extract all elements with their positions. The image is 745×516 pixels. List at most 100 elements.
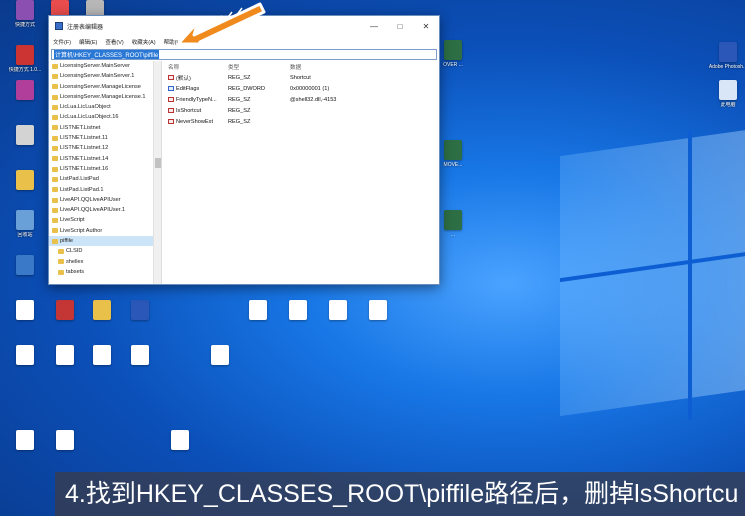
desktop-icon-label: 此电脑 <box>720 102 736 108</box>
tree-child-item[interactable]: tabsets <box>49 267 161 277</box>
app-shortcut-icon <box>56 430 74 450</box>
desktop-icon[interactable] <box>5 345 45 367</box>
tree-item[interactable]: LISTNET.Listnet.16 <box>49 164 161 174</box>
folder-icon <box>52 187 58 193</box>
tree-item[interactable]: LicLua.LicLuaObject.16 <box>49 112 161 122</box>
address-text[interactable]: 计算机\HKEY_CLASSES_ROOT\piffile <box>54 50 160 59</box>
tree-item[interactable]: LicensingServer.ManageLicense <box>49 82 161 92</box>
tree-item[interactable]: LISTNET.Listnet <box>49 123 161 133</box>
app-shortcut-icon <box>719 42 737 62</box>
tree-scrollbar[interactable] <box>153 61 161 284</box>
folder-icon <box>52 238 58 244</box>
desktop-icon[interactable] <box>5 300 45 322</box>
desktop-icon[interactable]: 快捷方式 1.0... <box>5 45 45 73</box>
tree-item-label: LiveScript Author <box>60 227 103 234</box>
tree-item[interactable]: ListPad.ListPad.1 <box>49 185 161 195</box>
desktop-icon[interactable]: 此电脑 <box>708 80 745 108</box>
desktop-icon[interactable] <box>120 300 160 322</box>
desktop-icon[interactable] <box>278 300 318 322</box>
value-type: REG_SZ <box>228 107 251 114</box>
menu-edit[interactable]: 编辑(E) <box>79 38 97 46</box>
tree-item[interactable]: LicensingServer.MainServer.1 <box>49 71 161 81</box>
app-shortcut-icon <box>444 40 462 60</box>
value-row[interactable]: IsShortcut REG_SZ <box>162 105 439 116</box>
app-shortcut-icon <box>16 210 34 230</box>
tree-item-label: LISTNET.Listnet.14 <box>60 155 109 162</box>
desktop-icon[interactable] <box>5 255 45 277</box>
menu-favorites[interactable]: 收藏夹(A) <box>132 38 156 46</box>
desktop-icon[interactable]: 回收站 <box>5 210 45 238</box>
column-name[interactable]: 名称 <box>162 63 224 71</box>
value-row[interactable]: (默认) REG_SZ Shortcut <box>162 72 439 83</box>
tree-item-label: LicensingServer.MainServer.1 <box>60 73 135 80</box>
app-shortcut-icon <box>719 80 737 100</box>
app-shortcut-icon <box>444 140 462 160</box>
tree-item[interactable]: LISTNET.Listnet.11 <box>49 133 161 143</box>
desktop-icon[interactable] <box>5 80 45 102</box>
maximize-button[interactable]: □ <box>387 16 413 36</box>
close-button[interactable]: ✕ <box>413 16 439 36</box>
desktop-icon-label: 快捷方式 <box>14 22 35 28</box>
desktop-icon[interactable] <box>5 125 45 147</box>
tree-item[interactable]: LiveAPI.QQLiveAPIUser <box>49 195 161 205</box>
windows-logo-glow <box>560 123 745 417</box>
desktop-icon[interactable] <box>45 430 85 452</box>
app-shortcut-icon <box>211 345 229 365</box>
value-row[interactable]: EditFlags REG_DWORD 0x00000001 (1) <box>162 83 439 94</box>
folder-icon <box>52 73 58 79</box>
desktop-icon[interactable] <box>200 345 240 367</box>
desktop-icon[interactable] <box>120 345 160 367</box>
desktop-icon[interactable] <box>5 430 45 452</box>
tree-item[interactable]: ListPad.ListPad <box>49 174 161 184</box>
values-pane[interactable]: 名称 类型 数据 (默认) REG_SZ Shortcut EditFlags REG_… <box>162 61 439 284</box>
value-type: REG_SZ <box>228 96 251 103</box>
app-shortcut-icon <box>16 0 34 20</box>
tree-item[interactable]: piffile <box>49 236 161 247</box>
tree-item[interactable]: LiveScript Author <box>49 226 161 236</box>
desktop-icon[interactable]: 快捷方式 <box>5 0 45 28</box>
desktop-icon[interactable] <box>45 345 85 367</box>
tree-child-item[interactable]: CLSID <box>49 246 161 256</box>
desktop-icon[interactable]: Adobe Photosh... <box>708 42 745 70</box>
folder-icon <box>52 197 58 203</box>
string-value-icon <box>168 108 174 113</box>
desktop-icon[interactable] <box>45 300 85 322</box>
tree-item[interactable]: LicLua.LicLuaObject <box>49 102 161 112</box>
desktop-icon[interactable] <box>358 300 398 322</box>
tree-item[interactable]: LiveScript <box>49 215 161 225</box>
desktop-icon[interactable] <box>82 300 122 322</box>
tree-item[interactable]: LicensingServer.ManageLicense.1 <box>49 92 161 102</box>
key-tree[interactable]: LicensingServer.MainServer LicensingServe… <box>49 61 162 284</box>
tree-item-label: LicLua.LicLuaObject.16 <box>60 114 119 121</box>
value-row[interactable]: FriendlyTypeN... REG_SZ @shell32.dll,-4153 <box>162 94 439 105</box>
tree-item[interactable]: LISTNET.Listnet.14 <box>49 154 161 164</box>
column-data[interactable]: 数据 <box>286 63 439 71</box>
tree-item[interactable]: LISTNET.Listnet.12 <box>49 143 161 153</box>
folder-icon <box>52 146 58 152</box>
desktop-icon[interactable] <box>318 300 358 322</box>
folder-icon <box>52 104 58 110</box>
minimize-button[interactable]: — <box>361 16 387 36</box>
desktop-icon[interactable] <box>238 300 278 322</box>
app-shortcut-icon <box>16 125 34 145</box>
folder-icon <box>52 228 58 234</box>
tree-item-label: ListPad.ListPad <box>60 176 99 183</box>
tree-item-label: LiveAPI.QQLiveAPIUser <box>60 196 121 203</box>
value-row[interactable]: NeverShowExt REG_SZ <box>162 116 439 127</box>
menu-view[interactable]: 查看(V) <box>105 38 123 46</box>
tree-item[interactable]: LicensingServer.MainServer <box>49 61 161 71</box>
value-name-text: NeverShowExt <box>176 118 213 125</box>
value-name-text: EditFlags <box>176 85 200 92</box>
scrollbar-thumb[interactable] <box>155 158 161 168</box>
desktop-icon[interactable] <box>5 170 45 192</box>
windows-logo-divider <box>688 129 692 421</box>
desktop-icon[interactable] <box>160 430 200 452</box>
tree-item-label: LiveAPI.QQLiveAPIUser.1 <box>60 207 125 214</box>
desktop-icon[interactable] <box>82 345 122 367</box>
column-type[interactable]: 类型 <box>224 63 286 71</box>
menu-file[interactable]: 文件(F) <box>53 38 71 46</box>
tree-child-item[interactable]: shellex <box>49 257 161 267</box>
app-shortcut-icon <box>444 210 462 230</box>
desktop-icon-label: 回收站 <box>17 232 33 238</box>
tree-item[interactable]: LiveAPI.QQLiveAPIUser.1 <box>49 205 161 215</box>
